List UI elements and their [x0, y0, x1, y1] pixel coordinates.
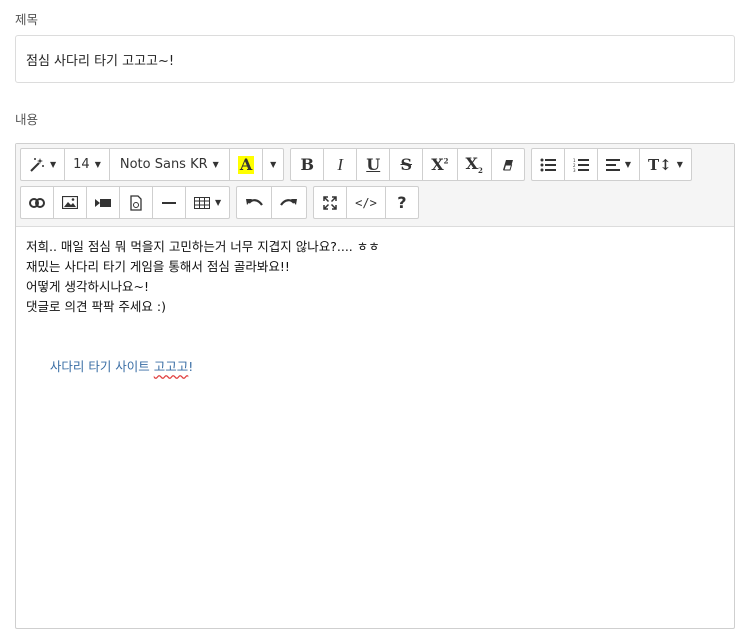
line-height-dropdown[interactable]: T↕ ▼	[638, 148, 692, 181]
italic-icon: I	[337, 154, 344, 174]
insert-file-button[interactable]	[119, 186, 153, 219]
insert-group: ▼	[20, 186, 231, 220]
table-icon	[194, 196, 210, 209]
code-icon: </>	[355, 195, 377, 210]
text-color-dropdown[interactable]: ▼	[262, 148, 285, 181]
bold-icon: B	[300, 155, 314, 174]
strikethrough-button[interactable]: S	[389, 148, 424, 181]
align-dropdown[interactable]: ▼	[596, 148, 640, 181]
unordered-list-button[interactable]	[530, 148, 565, 181]
ordered-list-button[interactable]: 123	[563, 148, 598, 181]
subscript-button[interactable]: X2	[456, 148, 492, 181]
content-label: 내용	[15, 112, 39, 127]
style-group: ▼ 14 ▼ Noto Sans KR ▼ A ▼	[20, 148, 285, 182]
content-line: 댓글로 의견 팍팍 주세요 :)	[26, 299, 166, 314]
link-icon	[29, 197, 45, 208]
superscript-button[interactable]: X2	[422, 148, 458, 181]
bold-button[interactable]: B	[290, 148, 325, 181]
file-icon	[130, 194, 142, 211]
content-line: 어떻게 생각하시나요~!	[26, 279, 149, 294]
content-line: 재밌는 사다리 타기 게임을 통해서 점심 골라봐요!!	[26, 259, 290, 274]
horizontal-rule-icon	[162, 201, 176, 205]
chevron-down-icon: ▼	[676, 160, 683, 169]
help-button[interactable]: ?	[384, 186, 419, 219]
italic-button[interactable]: I	[323, 148, 358, 181]
font-family-value: Noto Sans KR	[119, 157, 208, 172]
subscript-letter: X	[465, 153, 478, 173]
misspelled-word: 고고고	[153, 359, 189, 374]
rich-text-editor: ▼ 14 ▼ Noto Sans KR ▼ A ▼ B I U S X2 X2 …	[15, 143, 735, 629]
horizontal-rule-button[interactable]	[152, 186, 186, 219]
toolbar-row-2: ▼ </> ?	[20, 186, 730, 220]
chevron-down-icon: ▼	[624, 160, 631, 169]
content-link-line: 사다리 타기 사이트 고고고!	[26, 337, 724, 397]
link-suffix: !	[188, 359, 194, 374]
insert-image-button[interactable]	[53, 186, 87, 219]
view-group: </> ?	[313, 186, 419, 220]
style-dropdown-button[interactable]: ▼	[20, 148, 66, 181]
editor-toolbar: ▼ 14 ▼ Noto Sans KR ▼ A ▼ B I U S X2 X2 …	[16, 144, 734, 227]
table-dropdown[interactable]: ▼	[185, 186, 231, 219]
content-blank-line	[26, 317, 724, 337]
toolbar-row-1: ▼ 14 ▼ Noto Sans KR ▼ A ▼ B I U S X2 X2 …	[20, 148, 730, 182]
expand-icon	[323, 195, 337, 210]
underline-button[interactable]: U	[356, 148, 391, 181]
magic-wand-icon	[29, 157, 45, 173]
image-icon	[62, 196, 78, 209]
code-view-button[interactable]: </>	[346, 186, 386, 219]
paragraph-group: 123 ▼ T↕ ▼	[530, 148, 692, 182]
insert-link-button[interactable]	[20, 186, 54, 219]
fullscreen-button[interactable]	[313, 186, 348, 219]
title-input[interactable]	[15, 35, 735, 83]
strikethrough-icon: S	[400, 155, 413, 174]
font-family-dropdown[interactable]: Noto Sans KR ▼	[108, 148, 230, 181]
redo-icon	[280, 197, 298, 209]
chevron-down-icon: ▼	[212, 160, 219, 169]
superscript-letter: X	[431, 155, 444, 174]
chevron-down-icon: ▼	[270, 160, 277, 169]
chevron-down-icon: ▼	[50, 160, 57, 169]
format-group: B I U S X2 X2	[290, 148, 525, 182]
chevron-down-icon: ▼	[94, 160, 101, 169]
insert-video-button[interactable]	[86, 186, 120, 219]
site-link[interactable]: 사다리 타기 사이트 고고고!	[50, 359, 193, 374]
font-size-dropdown[interactable]: 14 ▼	[64, 148, 110, 181]
editor-content[interactable]: 저희.. 매일 점심 뭐 먹을지 고민하는거 너무 지겹지 않나요?.... ㅎ…	[16, 227, 734, 407]
title-label: 제목	[15, 12, 39, 27]
redo-button[interactable]	[271, 186, 308, 219]
undo-icon	[245, 197, 264, 209]
text-color-letter: A	[237, 154, 255, 174]
chevron-down-icon: ▼	[215, 198, 222, 207]
text-color-button[interactable]: A	[228, 148, 264, 181]
content-line: 저희.. 매일 점심 뭐 먹을지 고민하는거 너무 지겹지 않나요?.... ㅎ…	[26, 239, 380, 254]
undo-button[interactable]	[236, 186, 273, 219]
subscript-icon: X2	[465, 153, 483, 176]
numbered-list-icon: 123	[573, 158, 589, 172]
font-size-value: 14	[73, 157, 90, 172]
clear-format-button[interactable]	[490, 148, 525, 181]
align-left-icon	[605, 158, 620, 171]
eraser-icon	[501, 158, 515, 172]
help-icon: ?	[397, 193, 407, 212]
text-height-icon: T↕	[647, 155, 672, 174]
superscript-icon: X2	[431, 155, 449, 174]
video-icon	[95, 198, 111, 208]
history-group	[236, 186, 308, 220]
bullet-list-icon	[540, 158, 556, 172]
link-text: 사다리 타기 사이트	[49, 359, 154, 374]
underline-icon: U	[366, 155, 381, 174]
svg-text:3: 3	[573, 168, 576, 172]
